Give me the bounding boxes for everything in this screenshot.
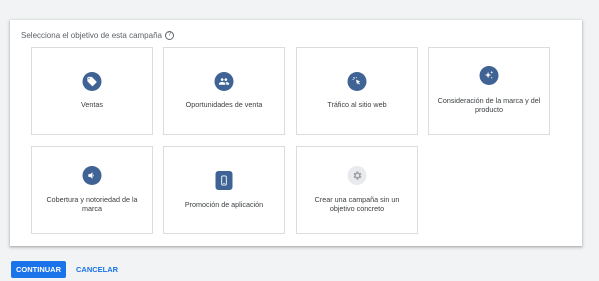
goal-label: Consideración de la marca y del producto [437,96,541,114]
continue-button[interactable]: CONTINUAR [11,261,66,278]
people-icon [214,72,234,91]
goal-tile-promocion-app[interactable]: Promoción de aplicación [163,146,285,234]
sparkle-icon [479,66,499,85]
cancel-button[interactable]: CANCELAR [74,261,120,278]
megaphone-icon [82,166,102,185]
goal-tile-sin-objetivo[interactable]: Crear una campaña sin un objetivo concre… [296,146,418,234]
tag-icon [82,72,102,91]
goal-tile-ventas[interactable]: Ventas [31,47,153,135]
goal-prompt-text: Selecciona el objetivo de esta campaña [21,31,162,40]
gear-icon [347,166,367,185]
goal-tile-cobertura[interactable]: Cobertura y notoriedad de la marca [31,146,153,234]
goal-label: Oportunidades de venta [185,100,263,109]
goal-tile-trafico[interactable]: Tráfico al sitio web [296,47,418,135]
smartphone-icon [215,171,233,190]
goal-label: Promoción de aplicación [184,200,264,209]
goal-label: Cobertura y notoriedad de la marca [46,195,138,213]
goal-prompt: Selecciona el objetivo de esta campaña ? [21,31,174,40]
goal-label: Tráfico al sitio web [327,100,387,109]
goal-tile-oportunidades[interactable]: Oportunidades de venta [163,47,285,135]
goal-tile-consideracion[interactable]: Consideración de la marca y del producto [428,47,550,135]
help-circle-icon[interactable]: ? [164,31,174,40]
cursor-click-icon [347,72,367,91]
goal-label: Crear una campaña sin un objetivo concre… [314,195,400,213]
goal-label: Ventas [81,100,103,109]
footer-actions: CONTINUAR CANCELAR [11,261,120,278]
